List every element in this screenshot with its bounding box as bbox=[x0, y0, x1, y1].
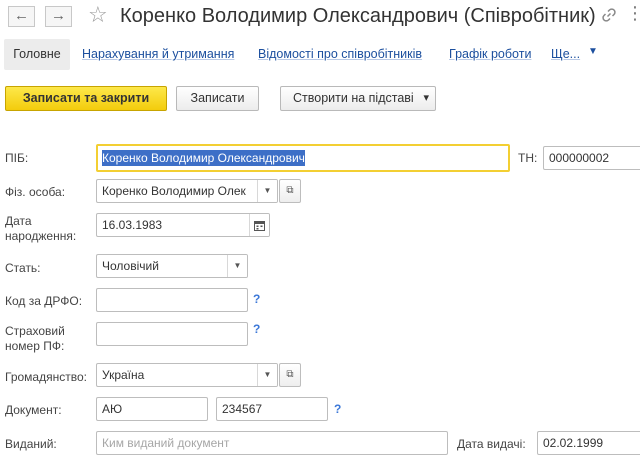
individual-value: Коренко Володимир Олек bbox=[102, 184, 246, 198]
insurance-input[interactable] bbox=[96, 322, 248, 346]
birth-date-label-line1: Дата bbox=[5, 214, 32, 228]
tab-main[interactable]: Головне bbox=[4, 39, 70, 70]
citizenship-input[interactable]: Україна ▼ bbox=[96, 363, 278, 387]
issue-date-value: 02.02.1999 bbox=[543, 436, 604, 450]
pib-input[interactable]: Коренко Володимир Олександрович bbox=[96, 144, 510, 172]
gender-select[interactable]: Чоловічий ▼ bbox=[96, 254, 248, 278]
insurance-help-icon[interactable]: ? bbox=[253, 322, 260, 336]
back-button[interactable]: ← bbox=[8, 6, 35, 27]
dropdown-arrow-icon[interactable]: ▼ bbox=[257, 180, 277, 202]
issued-by-input[interactable]: Ким виданий документ bbox=[96, 431, 448, 455]
tab-employee-info[interactable]: Відомості про співробітників bbox=[258, 47, 422, 61]
tn-input[interactable]: 000000002 bbox=[543, 146, 640, 170]
issued-by-label: Виданий: bbox=[5, 437, 57, 451]
tab-work-schedule[interactable]: Графік роботи bbox=[449, 47, 531, 61]
gender-value: Чоловічий bbox=[102, 259, 159, 273]
insurance-label-line1: Страховий bbox=[5, 324, 65, 338]
document-series-value: АЮ bbox=[102, 402, 123, 416]
tn-label: ТН: bbox=[518, 151, 538, 165]
citizenship-value: Україна bbox=[102, 368, 145, 382]
issue-date-input[interactable]: 02.02.1999 bbox=[537, 431, 640, 455]
gender-label: Стать: bbox=[5, 261, 41, 275]
page-title: Коренко Володимир Олександрович (Співроб… bbox=[120, 5, 596, 27]
document-number-input[interactable]: 234567 bbox=[216, 397, 328, 421]
save-button[interactable]: Записати bbox=[176, 86, 259, 111]
drfo-help-icon[interactable]: ? bbox=[253, 292, 260, 306]
pib-label: ПІБ: bbox=[5, 151, 29, 165]
citizenship-label: Громадянство: bbox=[5, 370, 87, 384]
create-based-on-button[interactable]: Створити на підставі ▾ bbox=[280, 86, 436, 111]
save-and-close-button[interactable]: Записати та закрити bbox=[5, 86, 167, 111]
tab-accruals[interactable]: Нарахування й утримання bbox=[82, 47, 234, 61]
more-vertical-icon[interactable]: ⋮ bbox=[626, 4, 640, 22]
open-citizenship-button[interactable]: ⧉ bbox=[279, 363, 301, 387]
drfo-label: Код за ДРФО: bbox=[5, 294, 83, 308]
individual-label: Фіз. особа: bbox=[5, 185, 66, 199]
calendar-icon[interactable] bbox=[249, 214, 269, 236]
tab-more[interactable]: Ще... bbox=[551, 47, 580, 61]
link-icon[interactable] bbox=[600, 6, 618, 24]
drfo-input[interactable] bbox=[96, 288, 248, 312]
favorite-star-icon[interactable]: ☆ bbox=[88, 2, 108, 28]
individual-input[interactable]: Коренко Володимир Олек ▼ bbox=[96, 179, 278, 203]
insurance-label-line2: номер ПФ: bbox=[5, 339, 65, 353]
open-individual-button[interactable]: ⧉ bbox=[279, 179, 301, 203]
forward-button[interactable]: → bbox=[45, 6, 72, 27]
birth-date-input[interactable]: 16.03.1983 bbox=[96, 213, 270, 237]
open-form-icon: ⧉ bbox=[286, 185, 294, 196]
chevron-down-icon: ▾ bbox=[423, 92, 429, 104]
document-help-icon[interactable]: ? bbox=[334, 402, 341, 416]
tn-value: 000000002 bbox=[549, 151, 610, 165]
pib-value: Коренко Володимир Олександрович bbox=[102, 150, 305, 166]
issued-by-placeholder: Ким виданий документ bbox=[102, 436, 230, 450]
chevron-down-icon[interactable]: ▼ bbox=[588, 46, 598, 57]
document-number-value: 234567 bbox=[222, 402, 263, 416]
arrow-left-icon: ← bbox=[14, 7, 29, 24]
birth-date-label-line2: народження: bbox=[5, 229, 77, 243]
document-series-input[interactable]: АЮ bbox=[96, 397, 208, 421]
birth-date-value: 16.03.1983 bbox=[102, 218, 163, 232]
arrow-right-icon: → bbox=[51, 7, 66, 24]
dropdown-arrow-icon[interactable]: ▼ bbox=[227, 255, 247, 277]
create-based-on-label: Створити на підставі bbox=[293, 91, 414, 105]
open-form-icon: ⧉ bbox=[286, 369, 294, 380]
document-label: Документ: bbox=[5, 403, 62, 417]
issue-date-label: Дата видачі: bbox=[457, 437, 526, 451]
dropdown-arrow-icon[interactable]: ▼ bbox=[257, 364, 277, 386]
